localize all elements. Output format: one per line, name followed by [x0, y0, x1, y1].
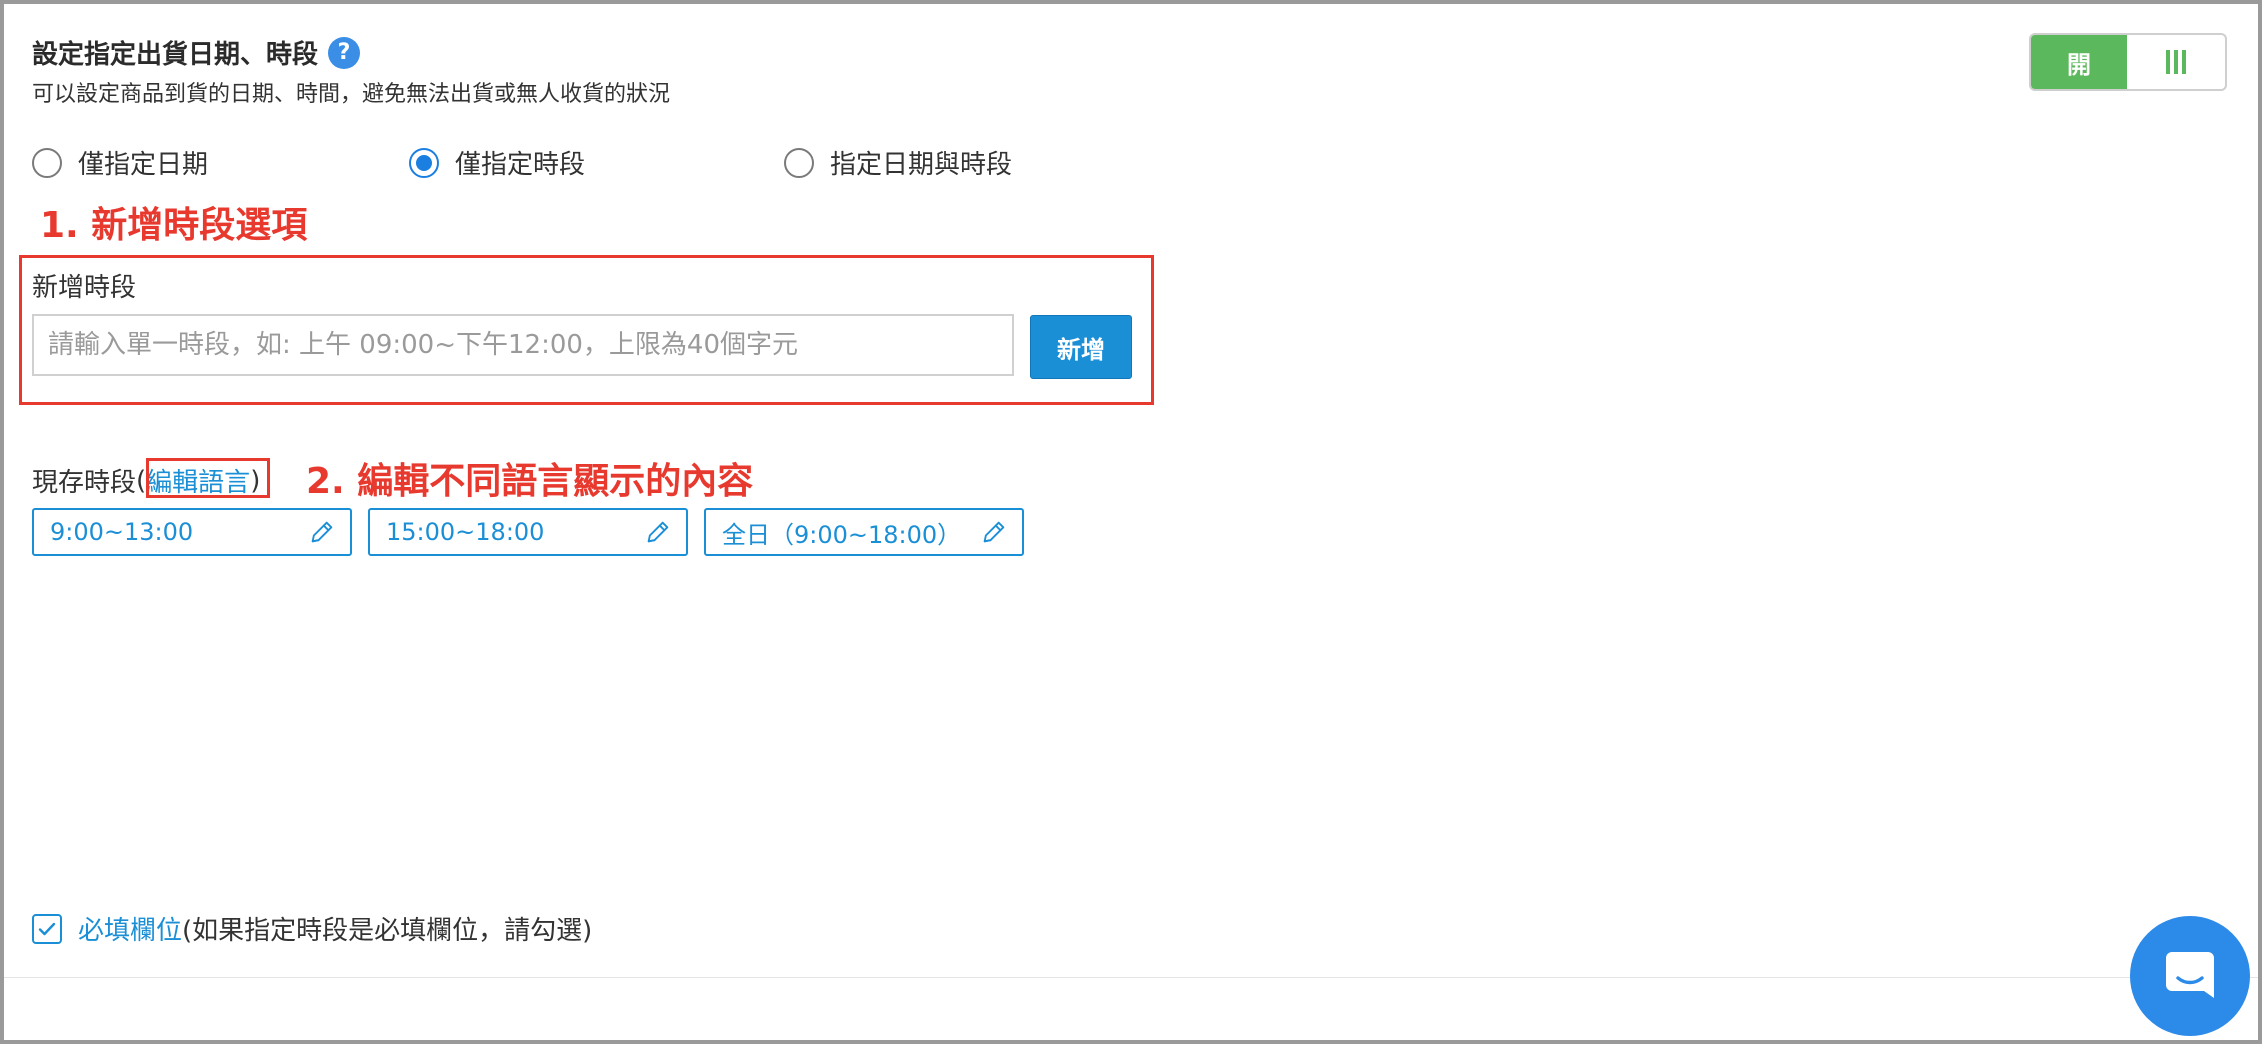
- add-slot-label: 新增時段: [32, 273, 137, 303]
- timeslot-text: 9:00~13:00: [50, 518, 194, 546]
- required-field-row: 必填欄位 (如果指定時段是必填欄位，請勾選): [32, 910, 592, 947]
- radio-date-only[interactable]: 僅指定日期: [32, 144, 208, 181]
- feature-toggle[interactable]: 開: [2029, 33, 2227, 91]
- radio-button[interactable]: [784, 147, 814, 178]
- timeslot-chip: 全日（9:00~18:00）: [704, 508, 1024, 556]
- paren-open: (: [136, 465, 147, 496]
- add-timeslot-button[interactable]: 新增: [1030, 315, 1132, 379]
- divider: [4, 977, 2258, 978]
- help-icon[interactable]: ?: [328, 36, 361, 69]
- page-subtitle: 可以設定商品到貨的日期、時間，避免無法出貨或無人收貨的狀況: [32, 82, 671, 107]
- timeslot-input[interactable]: [32, 314, 1014, 376]
- radio-button[interactable]: [32, 147, 62, 178]
- chat-widget-button[interactable]: [2130, 916, 2250, 1036]
- radio-label: 僅指定時段: [455, 150, 586, 180]
- header: 設定指定出貨日期、時段 ?: [32, 34, 361, 71]
- required-checkbox[interactable]: [32, 913, 62, 944]
- radio-label: 僅指定日期: [78, 150, 209, 180]
- required-label[interactable]: 必填欄位: [78, 910, 182, 947]
- pencil-icon[interactable]: [308, 518, 336, 546]
- toggle-on-button[interactable]: 開: [2031, 35, 2127, 89]
- timeslot-text: 15:00~18:00: [386, 518, 545, 546]
- annotation-highlight-box: [146, 458, 270, 498]
- existing-slots-label: 現存時段: [32, 468, 137, 498]
- timeslot-chip: 9:00~13:00: [32, 508, 352, 556]
- chat-icon: [2166, 952, 2214, 998]
- check-icon: [38, 922, 56, 935]
- timeslot-text: 全日（9:00~18:00）: [722, 520, 962, 549]
- page-title: 設定指定出貨日期、時段: [32, 40, 319, 70]
- annotation-step-1: 1. 新增時段選項: [40, 205, 308, 246]
- toggle-off-button[interactable]: [2127, 35, 2225, 89]
- radio-button[interactable]: [409, 147, 439, 178]
- radio-date-and-timeslot[interactable]: 指定日期與時段: [784, 144, 1012, 181]
- annotation-step-2: 2. 編輯不同語言顯示的內容: [306, 461, 754, 502]
- mode-radio-group: 僅指定日期 僅指定時段 指定日期與時段: [0, 144, 2262, 184]
- pencil-icon[interactable]: [980, 518, 1008, 546]
- bars-icon: [2166, 50, 2186, 74]
- timeslot-chip: 15:00~18:00: [368, 508, 688, 556]
- required-note: (如果指定時段是必填欄位，請勾選): [182, 916, 593, 946]
- radio-timeslot-only[interactable]: 僅指定時段: [409, 144, 585, 181]
- pencil-icon[interactable]: [644, 518, 672, 546]
- radio-label: 指定日期與時段: [830, 150, 1013, 180]
